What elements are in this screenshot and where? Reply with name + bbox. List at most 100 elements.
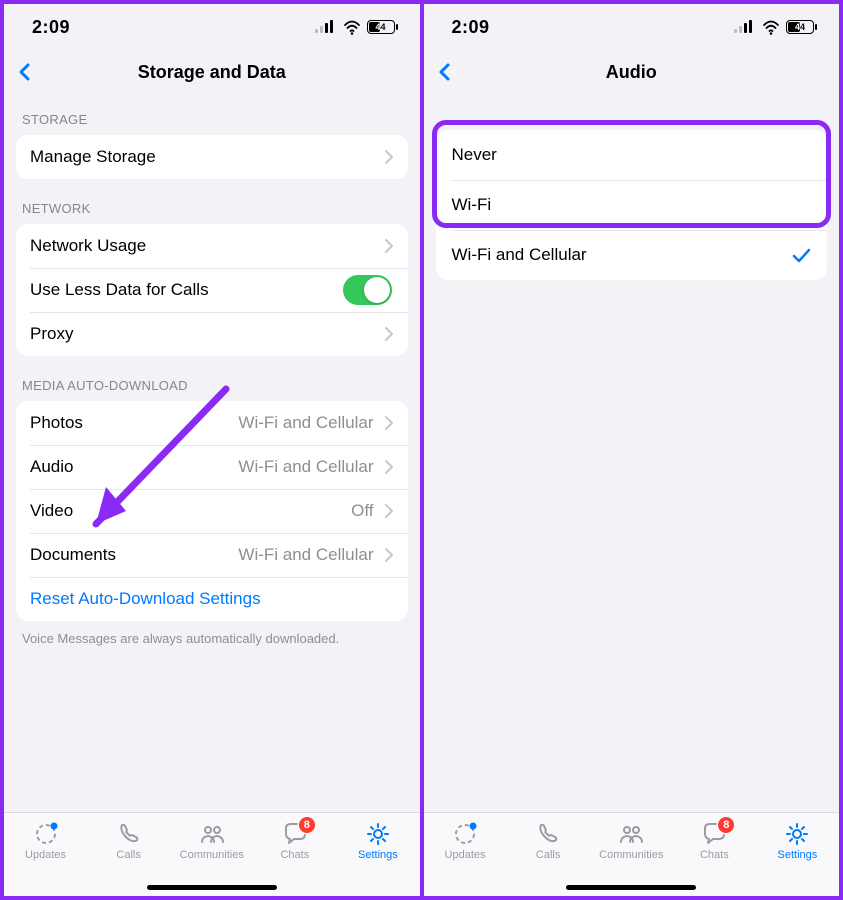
communities-icon xyxy=(198,821,226,847)
section-header-media: MEDIA AUTO-DOWNLOAD xyxy=(4,356,420,401)
scroll-content: STORAGE Manage Storage NETWORK Network U… xyxy=(4,94,420,812)
group-network: Network Usage Use Less Data for Calls Pr… xyxy=(16,224,408,356)
group-media: Photos Wi-Fi and Cellular Audio Wi-Fi an… xyxy=(16,401,408,621)
row-value: Wi-Fi and Cellular xyxy=(238,457,373,477)
row-reset-autodownload[interactable]: Reset Auto-Download Settings xyxy=(16,577,408,621)
row-manage-storage[interactable]: Manage Storage xyxy=(16,135,408,179)
row-label: Manage Storage xyxy=(30,147,156,167)
communities-icon xyxy=(617,821,645,847)
screen-audio: 2:09 44 Audio Never Wi-Fi Wi-Fi and Cell… xyxy=(422,0,843,900)
tab-updates[interactable]: Updates xyxy=(424,813,507,878)
page-title: Storage and Data xyxy=(138,62,286,83)
tab-label: Calls xyxy=(116,849,140,861)
tab-label: Calls xyxy=(536,849,560,861)
chevron-right-icon xyxy=(384,326,394,342)
screen-storage-and-data: 2:09 44 Storage and Data STORAGE Manage … xyxy=(0,0,422,900)
row-label: Audio xyxy=(30,457,73,477)
tab-label: Communities xyxy=(180,849,244,861)
status-indicators: 44 xyxy=(734,19,817,35)
clock: 2:09 xyxy=(32,17,70,38)
option-wifi[interactable]: Wi-Fi xyxy=(436,180,828,230)
option-label: Wi-Fi and Cellular xyxy=(452,245,793,265)
chevron-right-icon xyxy=(384,503,394,519)
tab-label: Updates xyxy=(445,849,486,861)
back-button[interactable] xyxy=(436,62,452,82)
settings-icon xyxy=(783,821,811,847)
row-video[interactable]: Video Off xyxy=(16,489,408,533)
calls-icon xyxy=(115,821,143,847)
page-title: Audio xyxy=(606,62,657,83)
check-icon xyxy=(792,247,811,263)
tab-bar: Updates Calls Communities 8 Chats Settin… xyxy=(424,812,840,896)
battery-icon: 44 xyxy=(367,20,398,34)
cellular-icon xyxy=(315,20,337,34)
chats-badge: 8 xyxy=(299,817,315,833)
row-photos[interactable]: Photos Wi-Fi and Cellular xyxy=(16,401,408,445)
group-audio-options: Never Wi-Fi Wi-Fi and Cellular xyxy=(436,130,828,280)
option-label: Never xyxy=(452,145,812,165)
updates-icon xyxy=(32,821,60,847)
row-label: Photos xyxy=(30,413,83,433)
chevron-right-icon xyxy=(384,149,394,165)
cellular-icon xyxy=(734,20,756,34)
row-value: Off xyxy=(351,501,373,521)
tab-chats[interactable]: 8 Chats xyxy=(673,813,756,878)
home-indicator xyxy=(147,885,277,890)
row-network-usage[interactable]: Network Usage xyxy=(16,224,408,268)
tab-calls[interactable]: Calls xyxy=(87,813,170,878)
tab-label: Chats xyxy=(700,849,729,861)
updates-icon xyxy=(451,821,479,847)
chats-badge: 8 xyxy=(718,817,734,833)
wifi-icon xyxy=(343,19,361,35)
section-header-network: NETWORK xyxy=(4,179,420,224)
tab-settings[interactable]: Settings xyxy=(336,813,419,878)
tab-label: Updates xyxy=(25,849,66,861)
chevron-left-icon xyxy=(16,62,32,82)
option-wifi-cellular[interactable]: Wi-Fi and Cellular xyxy=(436,230,828,280)
tab-communities[interactable]: Communities xyxy=(170,813,253,878)
title-bar: Audio xyxy=(424,50,840,94)
tab-label: Chats xyxy=(280,849,309,861)
status-indicators: 44 xyxy=(315,19,398,35)
chevron-right-icon xyxy=(384,415,394,431)
clock: 2:09 xyxy=(452,17,490,38)
row-value: Wi-Fi and Cellular xyxy=(238,413,373,433)
tab-label: Settings xyxy=(358,849,398,861)
row-label: Documents xyxy=(30,545,116,565)
media-footer-note: Voice Messages are always automatically … xyxy=(4,621,420,646)
tab-chats[interactable]: 8 Chats xyxy=(253,813,336,878)
chevron-right-icon xyxy=(384,238,394,254)
status-bar: 2:09 44 xyxy=(4,4,420,50)
row-label: Network Usage xyxy=(30,236,146,256)
battery-icon: 44 xyxy=(786,20,817,34)
settings-icon xyxy=(364,821,392,847)
toggle-less-data[interactable] xyxy=(343,275,392,305)
chevron-left-icon xyxy=(436,62,452,82)
scroll-content: Never Wi-Fi Wi-Fi and Cellular xyxy=(424,94,840,812)
row-label: Proxy xyxy=(30,324,73,344)
link-label: Reset Auto-Download Settings xyxy=(30,589,261,609)
tab-settings[interactable]: Settings xyxy=(756,813,839,878)
chevron-right-icon xyxy=(384,459,394,475)
calls-icon xyxy=(534,821,562,847)
row-less-data: Use Less Data for Calls xyxy=(16,268,408,312)
tab-bar: Updates Calls Communities 8 Chats Settin… xyxy=(4,812,420,896)
section-header-storage: STORAGE xyxy=(4,94,420,135)
chevron-right-icon xyxy=(384,547,394,563)
tab-label: Settings xyxy=(778,849,818,861)
group-storage: Manage Storage xyxy=(16,135,408,179)
row-value: Wi-Fi and Cellular xyxy=(238,545,373,565)
tab-updates[interactable]: Updates xyxy=(4,813,87,878)
row-documents[interactable]: Documents Wi-Fi and Cellular xyxy=(16,533,408,577)
tab-label: Communities xyxy=(599,849,663,861)
tab-calls[interactable]: Calls xyxy=(507,813,590,878)
back-button[interactable] xyxy=(16,62,32,82)
tab-communities[interactable]: Communities xyxy=(590,813,673,878)
row-proxy[interactable]: Proxy xyxy=(16,312,408,356)
option-never[interactable]: Never xyxy=(436,130,828,180)
row-audio[interactable]: Audio Wi-Fi and Cellular xyxy=(16,445,408,489)
status-bar: 2:09 44 xyxy=(424,4,840,50)
title-bar: Storage and Data xyxy=(4,50,420,94)
row-label: Video xyxy=(30,501,73,521)
wifi-icon xyxy=(762,19,780,35)
